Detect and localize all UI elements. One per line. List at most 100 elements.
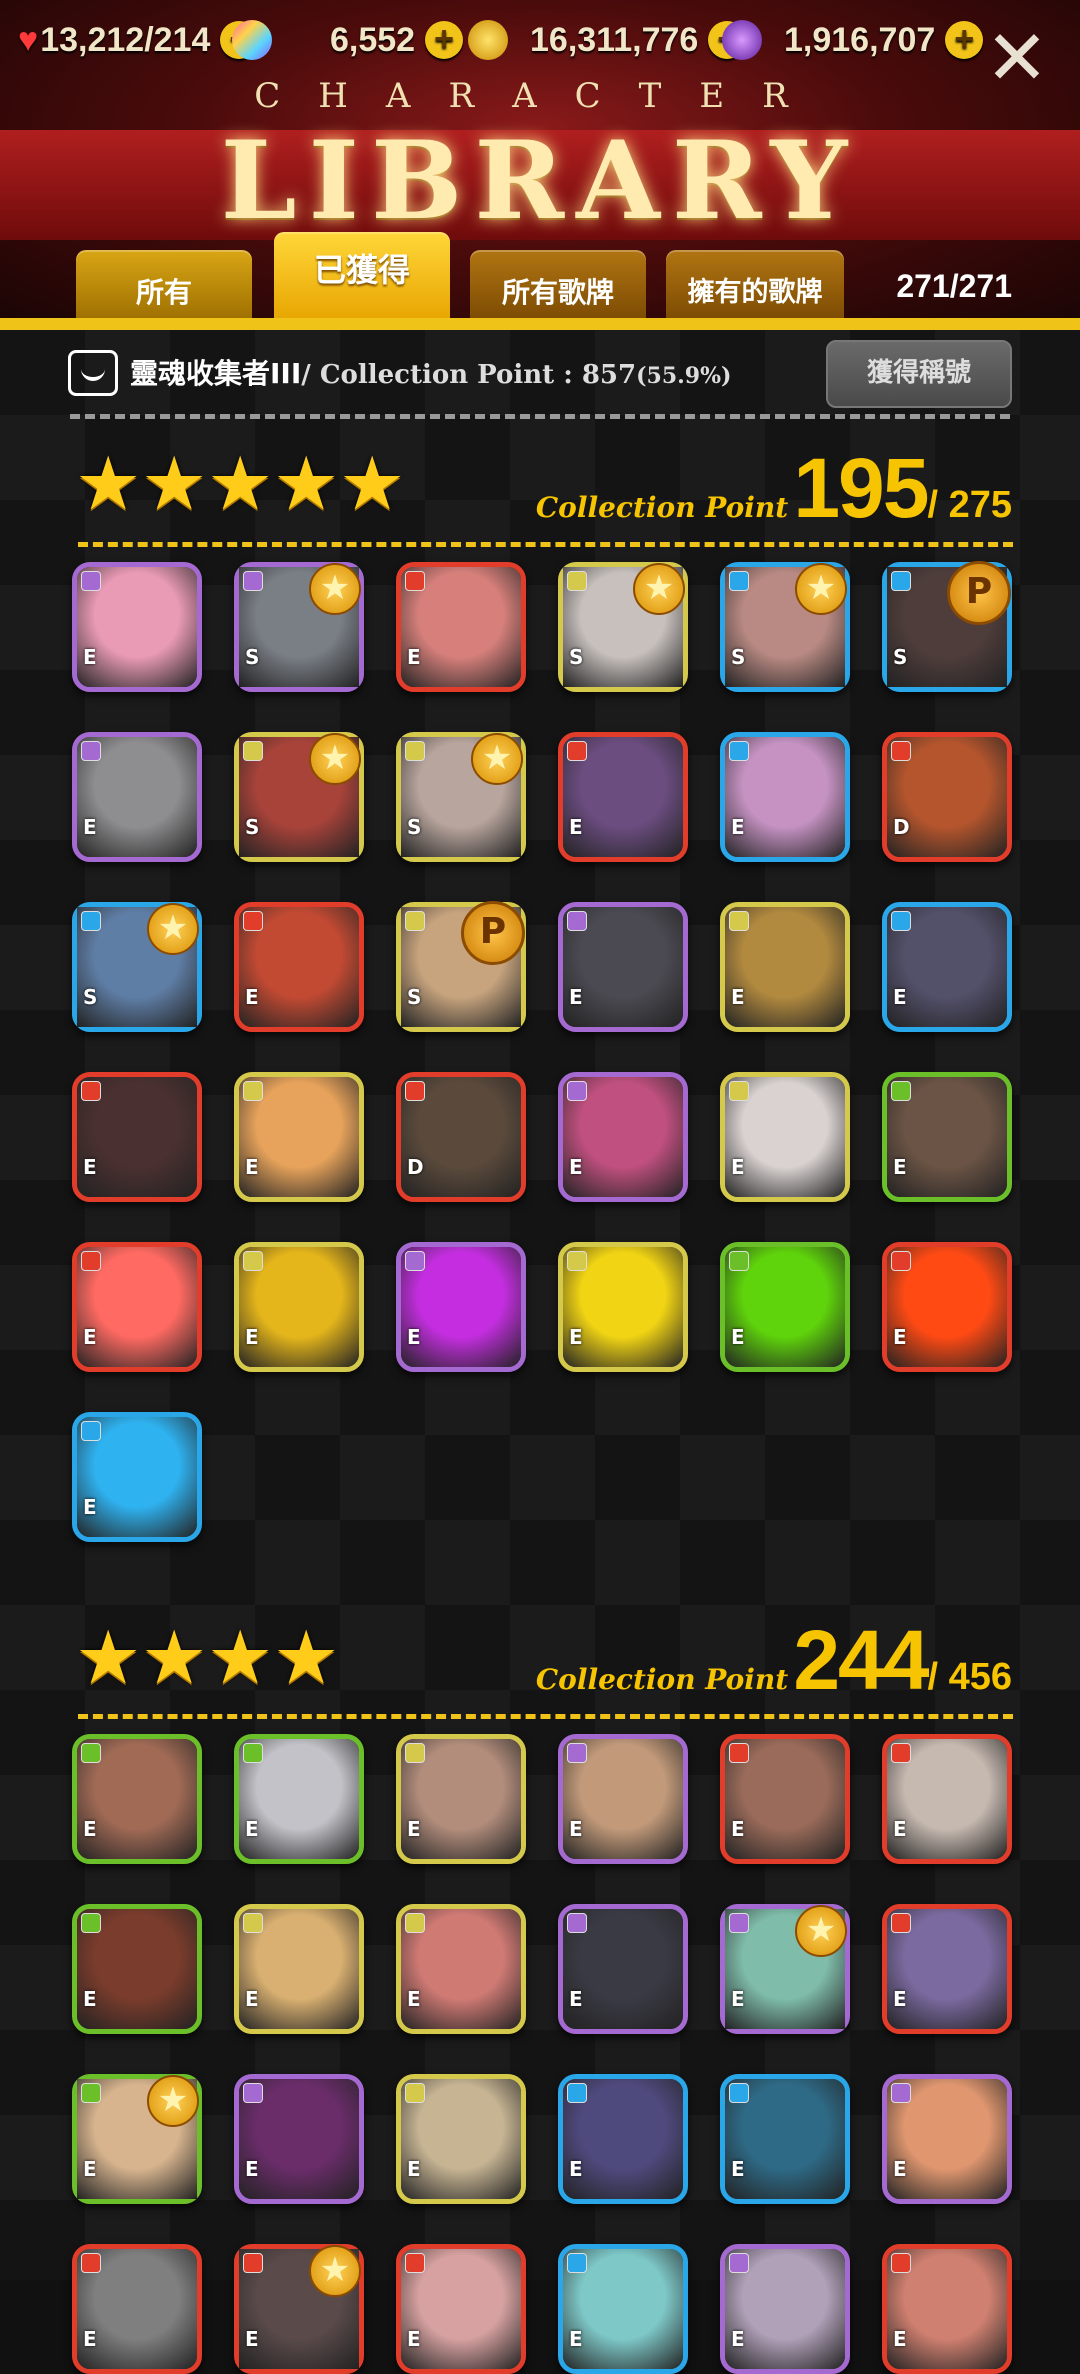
character-card[interactable]: E: [882, 1904, 1012, 2034]
element-icon: [243, 1251, 263, 1271]
character-card[interactable]: E: [720, 732, 850, 862]
character-card[interactable]: E: [720, 2074, 850, 2204]
character-card[interactable]: E: [720, 902, 850, 1032]
character-card[interactable]: S ★: [396, 732, 526, 862]
character-card[interactable]: E: [72, 732, 202, 862]
collector-title: 靈魂收集者III: [130, 357, 302, 390]
rank-label: E: [407, 1325, 421, 1349]
character-card[interactable]: E: [72, 1242, 202, 1372]
character-card[interactable]: S ★: [558, 562, 688, 692]
element-icon: [567, 571, 587, 591]
character-card[interactable]: S ★: [72, 902, 202, 1032]
favorite-star-icon: ★: [147, 903, 199, 955]
character-card[interactable]: E: [720, 2244, 850, 2374]
character-card[interactable]: S ★: [234, 732, 364, 862]
rank-label: E: [569, 1155, 583, 1179]
element-icon: [81, 2083, 101, 2103]
rank-label: E: [893, 1987, 907, 2011]
tab-owned-cards[interactable]: 擁有的歌牌: [666, 250, 844, 320]
character-card[interactable]: E: [558, 1242, 688, 1372]
character-card[interactable]: E: [234, 1904, 364, 2034]
character-card[interactable]: E: [72, 1412, 202, 1542]
character-card[interactable]: SP: [882, 561, 1012, 692]
character-card[interactable]: E: [72, 1904, 202, 2034]
element-icon: [81, 1081, 101, 1101]
element-icon: [891, 571, 911, 591]
hearts-max: /214: [144, 20, 211, 59]
character-card[interactable]: E: [72, 1072, 202, 1202]
character-card[interactable]: E: [234, 902, 364, 1032]
character-card[interactable]: E: [882, 2074, 1012, 2204]
element-icon: [243, 911, 263, 931]
star-icon: ★: [141, 1615, 208, 1701]
character-card[interactable]: E: [396, 2244, 526, 2374]
character-card[interactable]: E: [396, 1734, 526, 1864]
star-icon: ★: [141, 441, 208, 527]
character-card[interactable]: E: [558, 2074, 688, 2204]
character-card[interactable]: E: [72, 2244, 202, 2374]
character-card[interactable]: E: [558, 1734, 688, 1864]
element-icon: [891, 741, 911, 761]
rank-label: E: [731, 1155, 745, 1179]
get-title-button[interactable]: 獲得稱號: [826, 340, 1012, 408]
character-card[interactable]: E: [720, 1072, 850, 1202]
element-icon: [405, 741, 425, 761]
favorite-star-icon: ★: [147, 2075, 199, 2127]
element-icon: [729, 571, 749, 591]
character-card[interactable]: E: [720, 1734, 850, 1864]
character-card[interactable]: E: [234, 1072, 364, 1202]
character-card[interactable]: E: [396, 2074, 526, 2204]
character-card[interactable]: E: [882, 2244, 1012, 2374]
character-card[interactable]: E: [720, 1242, 850, 1372]
tab-all[interactable]: 所有: [76, 250, 252, 320]
character-card[interactable]: E: [882, 1242, 1012, 1372]
character-card[interactable]: E: [234, 2074, 364, 2204]
character-card[interactable]: E: [396, 1242, 526, 1372]
character-card[interactable]: E: [396, 1904, 526, 2034]
rank-label: E: [893, 2157, 907, 2181]
rank-label: E: [569, 985, 583, 1009]
element-icon: [81, 741, 101, 761]
character-card[interactable]: E: [72, 562, 202, 692]
element-icon: [405, 2083, 425, 2103]
character-card[interactable]: D: [882, 732, 1012, 862]
four-star-grid: E E E E E E E E E E E ★ E E ★ E E E E E E E ★ E E E E: [72, 1734, 1012, 2374]
character-card[interactable]: E: [882, 1734, 1012, 1864]
element-icon: [891, 1081, 911, 1101]
rank-label: E: [893, 1817, 907, 1841]
character-card[interactable]: E: [72, 1734, 202, 1864]
character-card[interactable]: E: [234, 1242, 364, 1372]
character-card[interactable]: S ★: [720, 562, 850, 692]
gold-value: 16,311,776: [530, 20, 699, 59]
character-card[interactable]: E: [558, 1904, 688, 2034]
character-card[interactable]: S ★: [234, 562, 364, 692]
tab-all-cards[interactable]: 所有歌牌: [470, 250, 646, 320]
tab-obtained[interactable]: 已獲得: [274, 232, 450, 320]
character-card[interactable]: E: [558, 2244, 688, 2374]
element-icon: [81, 1743, 101, 1763]
character-card[interactable]: E: [558, 1072, 688, 1202]
element-icon: [567, 741, 587, 761]
character-card[interactable]: E: [234, 1734, 364, 1864]
character-card[interactable]: E: [558, 902, 688, 1032]
character-card[interactable]: E: [882, 902, 1012, 1032]
character-card[interactable]: E: [558, 732, 688, 862]
add-gems-button[interactable]: +: [425, 21, 464, 59]
character-card[interactable]: SP: [396, 901, 526, 1032]
character-card[interactable]: E ★: [720, 1904, 850, 2034]
add-crystal-button[interactable]: +: [945, 21, 984, 59]
element-icon: [729, 741, 749, 761]
element-icon: [891, 911, 911, 931]
character-card[interactable]: E ★: [234, 2244, 364, 2374]
cp-label: Collection Point: [535, 1663, 789, 1696]
rank-label: E: [83, 2157, 97, 2181]
character-card[interactable]: E: [882, 1072, 1012, 1202]
character-card[interactable]: D: [396, 1072, 526, 1202]
heart-icon: ♥: [18, 20, 39, 59]
favorite-star-icon: ★: [795, 1905, 847, 1957]
character-card[interactable]: E: [396, 562, 526, 692]
character-card[interactable]: E ★: [72, 2074, 202, 2204]
gems-resource: 6,552 +: [232, 10, 464, 70]
element-icon: [891, 1251, 911, 1271]
element-icon: [405, 1081, 425, 1101]
